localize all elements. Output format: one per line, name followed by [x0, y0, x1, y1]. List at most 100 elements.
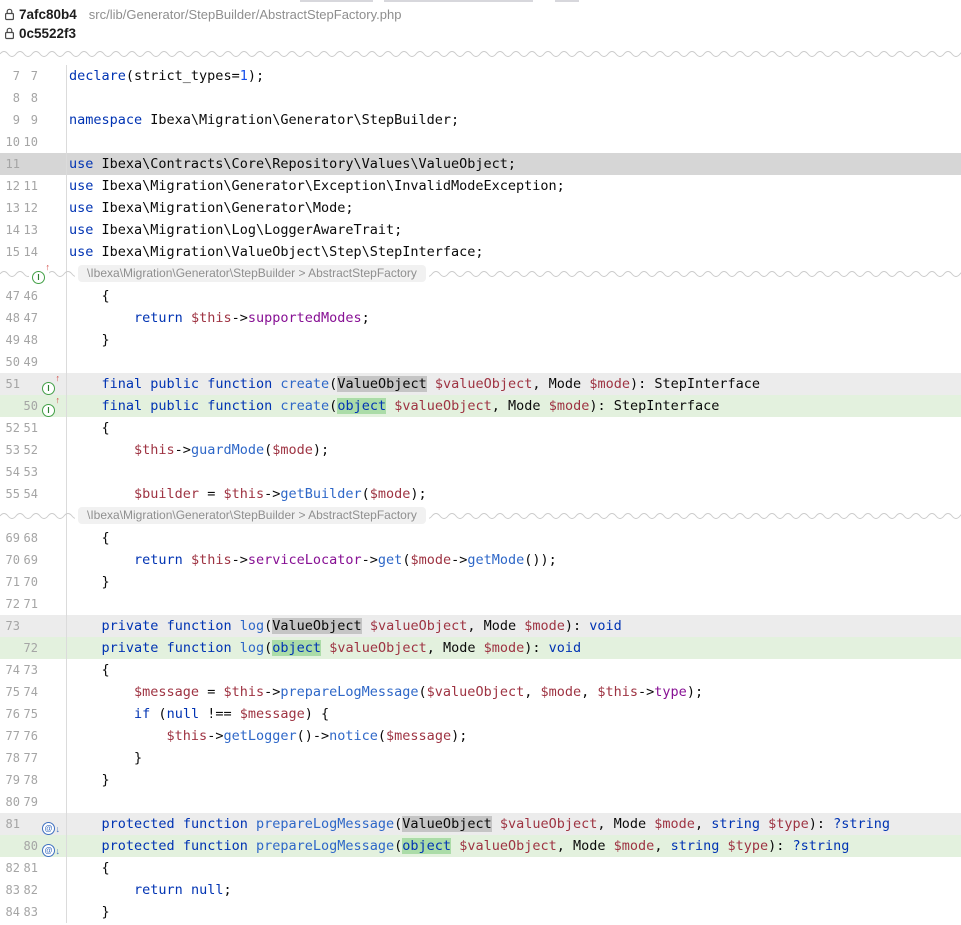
old-line-number: 69 [0, 531, 20, 545]
code-line[interactable]: use Ibexa\Migration\ValueObject\Step\Ste… [67, 241, 484, 263]
old-line-number: 13 [0, 201, 20, 215]
new-line-number: 53 [20, 465, 38, 479]
gutter: 11 [0, 153, 67, 175]
code-line[interactable]: } [67, 329, 110, 351]
code-line[interactable]: $this->getLogger()->notice($message); [67, 725, 467, 747]
old-line-number: 70 [0, 553, 20, 567]
code-line[interactable]: private function log(object $valueObject… [67, 637, 581, 659]
gutter: 6968 [0, 527, 67, 549]
new-line-number: 11 [20, 179, 38, 193]
deleted-word-highlight: ValueObject [402, 816, 491, 832]
code-line[interactable]: namespace Ibexa\Migration\Generator\Step… [67, 109, 459, 131]
implements-icon[interactable]: I↑ [42, 400, 56, 413]
code-line[interactable]: return null; [67, 879, 232, 901]
gutter: 81@↓ [0, 813, 67, 835]
new-line-number: 73 [20, 663, 38, 677]
code-line[interactable]: { [67, 857, 110, 879]
gutter: 72 [0, 637, 67, 659]
code-line[interactable]: $this->guardMode($mode); [67, 439, 329, 461]
code-line[interactable]: final public function create(ValueObject… [67, 373, 760, 395]
gutter: 51I↑ [0, 373, 67, 395]
code-line[interactable]: } [67, 747, 142, 769]
diff-row: 4948 } [0, 329, 961, 351]
gutter: 77 [0, 65, 67, 87]
gutter: 7473 [0, 659, 67, 681]
gutter: 88 [0, 87, 67, 109]
overridden-icon[interactable]: @↓ [42, 840, 56, 853]
gutter: 7978 [0, 769, 67, 791]
gutter: 8483 [0, 901, 67, 923]
gutter: 1010 [0, 131, 67, 153]
code-line[interactable]: use Ibexa\Migration\Generator\Exception\… [67, 175, 565, 197]
diff-row: 5251 { [0, 417, 961, 439]
diff-header: 7afc80b4 src/lib/Generator/StepBuilder/A… [0, 0, 961, 45]
diff-row: 7978 } [0, 769, 961, 791]
old-line-number: 10 [0, 135, 20, 149]
new-line-number: 14 [20, 245, 38, 259]
new-line-number: 10 [20, 135, 38, 149]
new-line-number: 75 [20, 707, 38, 721]
code-line[interactable]: return $this->supportedModes; [67, 307, 370, 329]
gutter: 5554 [0, 483, 67, 505]
code-line[interactable]: declare(strict_types=1); [67, 65, 264, 87]
code-line[interactable]: final public function create(object $val… [67, 395, 719, 417]
implements-icon[interactable]: I↑ [32, 267, 46, 280]
old-line-number: 80 [0, 795, 20, 809]
new-line-number: 50 [20, 399, 38, 413]
code-line[interactable]: $message = $this->prepareLogMessage($val… [67, 681, 703, 703]
code-line[interactable]: { [67, 417, 110, 439]
collapsed-region-wave[interactable] [0, 49, 961, 65]
implements-icon[interactable]: I↑ [42, 378, 56, 391]
new-line-number: 78 [20, 773, 38, 787]
gutter: 5251 [0, 417, 67, 439]
new-line-number: 76 [20, 729, 38, 743]
collapsed-region-separator[interactable]: \Ibexa\Migration\Generator\StepBuilder >… [0, 505, 961, 527]
diff-row: 8079 [0, 791, 961, 813]
collapsed-region-separator[interactable]: I↑\Ibexa\Migration\Generator\StepBuilder… [0, 263, 961, 285]
diff-row: 77declare(strict_types=1); [0, 65, 961, 87]
diff-row: 7170 } [0, 571, 961, 593]
added-word-highlight: object [337, 398, 386, 414]
new-line-number: 68 [20, 531, 38, 545]
diff-row: 51I↑ final public function create(ValueO… [0, 373, 961, 395]
diff-row: 50 I↑ final public function create(object… [0, 395, 961, 417]
gutter: 4948 [0, 329, 67, 351]
new-line-number: 12 [20, 201, 38, 215]
diff-row: 73 private function log(ValueObject $val… [0, 615, 961, 637]
code-line[interactable]: use Ibexa\Migration\Log\LoggerAwareTrait… [67, 219, 402, 241]
diff-row: 72 private function log(object $valueObj… [0, 637, 961, 659]
context-breadcrumb: \Ibexa\Migration\Generator\StepBuilder >… [78, 507, 426, 524]
code-line[interactable]: use Ibexa\Contracts\Core\Repository\Valu… [67, 153, 516, 175]
diff-row: 1514use Ibexa\Migration\ValueObject\Step… [0, 241, 961, 263]
diff-row: 80@↓ protected function prepareLogMessag… [0, 835, 961, 857]
gutter: 80@↓ [0, 835, 67, 857]
code-line[interactable]: private function log(ValueObject $valueO… [67, 615, 622, 637]
old-line-number: 82 [0, 861, 20, 875]
code-line[interactable]: } [67, 901, 110, 923]
code-line[interactable]: } [67, 571, 110, 593]
new-line-number: 46 [20, 289, 38, 303]
code-line[interactable]: protected function prepareLogMessage(obj… [67, 835, 849, 857]
code-line[interactable]: } [67, 769, 110, 791]
gutter: 99 [0, 109, 67, 131]
code-line[interactable]: return $this->serviceLocator->get($mode-… [67, 549, 557, 571]
diff-editor[interactable]: 77declare(strict_types=1);8899namespace … [0, 49, 961, 923]
overridden-icon[interactable]: @↓ [42, 818, 56, 831]
code-line[interactable]: { [67, 659, 110, 681]
code-line[interactable]: $builder = $this->getBuilder($mode); [67, 483, 427, 505]
code-line[interactable]: protected function prepareLogMessage(Val… [67, 813, 890, 835]
old-line-number: 72 [0, 597, 20, 611]
code-line[interactable]: if (null !== $message) { [67, 703, 329, 725]
gutter: 8079 [0, 791, 67, 813]
code-line[interactable]: use Ibexa\Migration\Generator\Mode; [67, 197, 353, 219]
diff-row: 11use Ibexa\Contracts\Core\Repository\Va… [0, 153, 961, 175]
code-line[interactable]: { [67, 285, 110, 307]
gutter: 8281 [0, 857, 67, 879]
diff-row: 7574 $message = $this->prepareLogMessage… [0, 681, 961, 703]
old-line-number: 52 [0, 421, 20, 435]
code-line[interactable]: { [67, 527, 110, 549]
old-line-number: 74 [0, 663, 20, 677]
old-line-number: 71 [0, 575, 20, 589]
old-line-number: 14 [0, 223, 20, 237]
diff-row: 88 [0, 87, 961, 109]
